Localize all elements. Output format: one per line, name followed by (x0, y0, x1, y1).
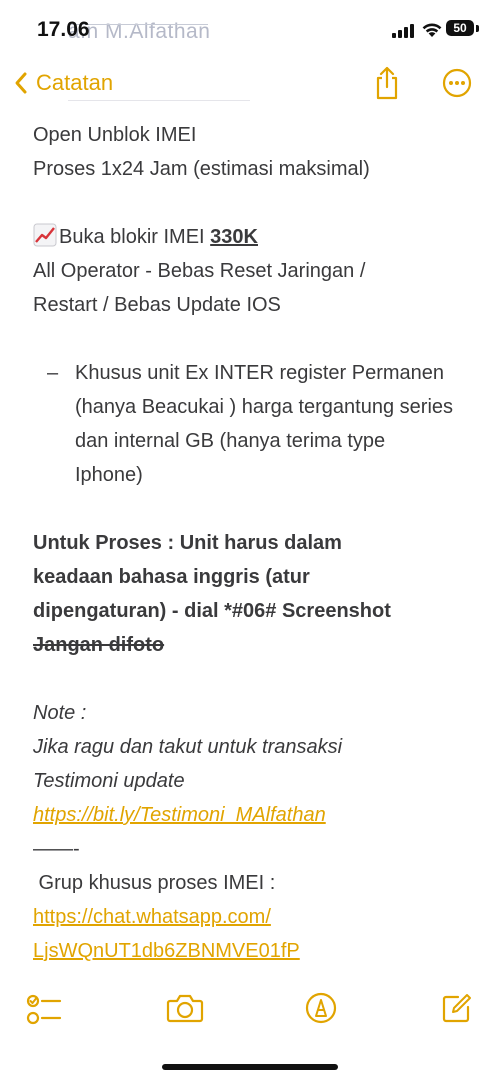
camera-icon[interactable] (166, 992, 204, 1024)
more-icon[interactable] (442, 68, 472, 98)
testimoni-link[interactable]: https://bit.ly/Testimoni_MAlfathan (33, 798, 473, 832)
list-item: – Khusus unit Ex INTER register Permanen… (33, 356, 473, 492)
battery-level: 50 (453, 21, 467, 35)
home-indicator (162, 1064, 338, 1070)
whatsapp-link[interactable]: https://chat.whatsapp.com/ (33, 900, 473, 934)
separator: ——- (33, 838, 80, 860)
price-value: 330K (210, 226, 258, 248)
status-bar: a.n M.Alfathan 17.06 50 (0, 0, 500, 62)
group-label: Grup khusus proses IMEI : (33, 872, 276, 894)
bullet-text: Khusus unit Ex INTER register Permanen (… (75, 362, 454, 486)
status-time: 17.06 (37, 18, 90, 41)
battery-icon: 50 (446, 20, 474, 36)
note-label: Note : (33, 702, 87, 724)
note-body[interactable]: Open Unblok IMEI Proses 1x24 Jam (estima… (33, 118, 473, 968)
process-instruction: keadaan bahasa inggris (atur (33, 566, 310, 588)
markup-pen-icon[interactable] (305, 992, 337, 1024)
note-line: Testimoni update (33, 770, 185, 792)
bullet-dash: – (47, 362, 59, 384)
checklist-icon[interactable] (26, 992, 62, 1026)
battery-tip (476, 25, 479, 32)
note-line: Open Unblok IMEI (33, 124, 197, 146)
strikethrough-text: Jangan difoto (33, 634, 165, 656)
whatsapp-link-continued[interactable]: LjsWQnUT1db6ZBNMVE01fP (33, 934, 473, 968)
process-instruction: Untuk Proses : Unit harus dalam (33, 532, 342, 554)
note-line: Jika ragu dan takut untuk transaksi (33, 736, 343, 758)
process-instruction: dipengaturan) - dial *#06# Screenshot (33, 600, 391, 622)
title-divider (68, 100, 250, 101)
bottom-toolbar (0, 992, 500, 1032)
chart-increasing-icon (33, 223, 57, 247)
share-icon[interactable] (372, 66, 402, 100)
price-line: Buka blokir IMEI 330K (33, 220, 473, 254)
navigation-bar: Catatan (0, 62, 500, 108)
back-label: Catatan (36, 70, 114, 95)
note-line: Proses 1x24 Jam (estimasi maksimal) (33, 158, 370, 180)
note-line: Restart / Bebas Update IOS (33, 294, 281, 316)
wifi-icon (422, 23, 442, 37)
chevron-left-icon (15, 72, 27, 94)
note-line: All Operator - Bebas Reset Jaringan / (33, 260, 366, 282)
back-button[interactable]: Catatan (14, 70, 113, 96)
price-prefix: Buka blokir IMEI (59, 226, 211, 248)
compose-icon[interactable] (441, 992, 473, 1024)
cellular-signal-icon (392, 24, 414, 38)
